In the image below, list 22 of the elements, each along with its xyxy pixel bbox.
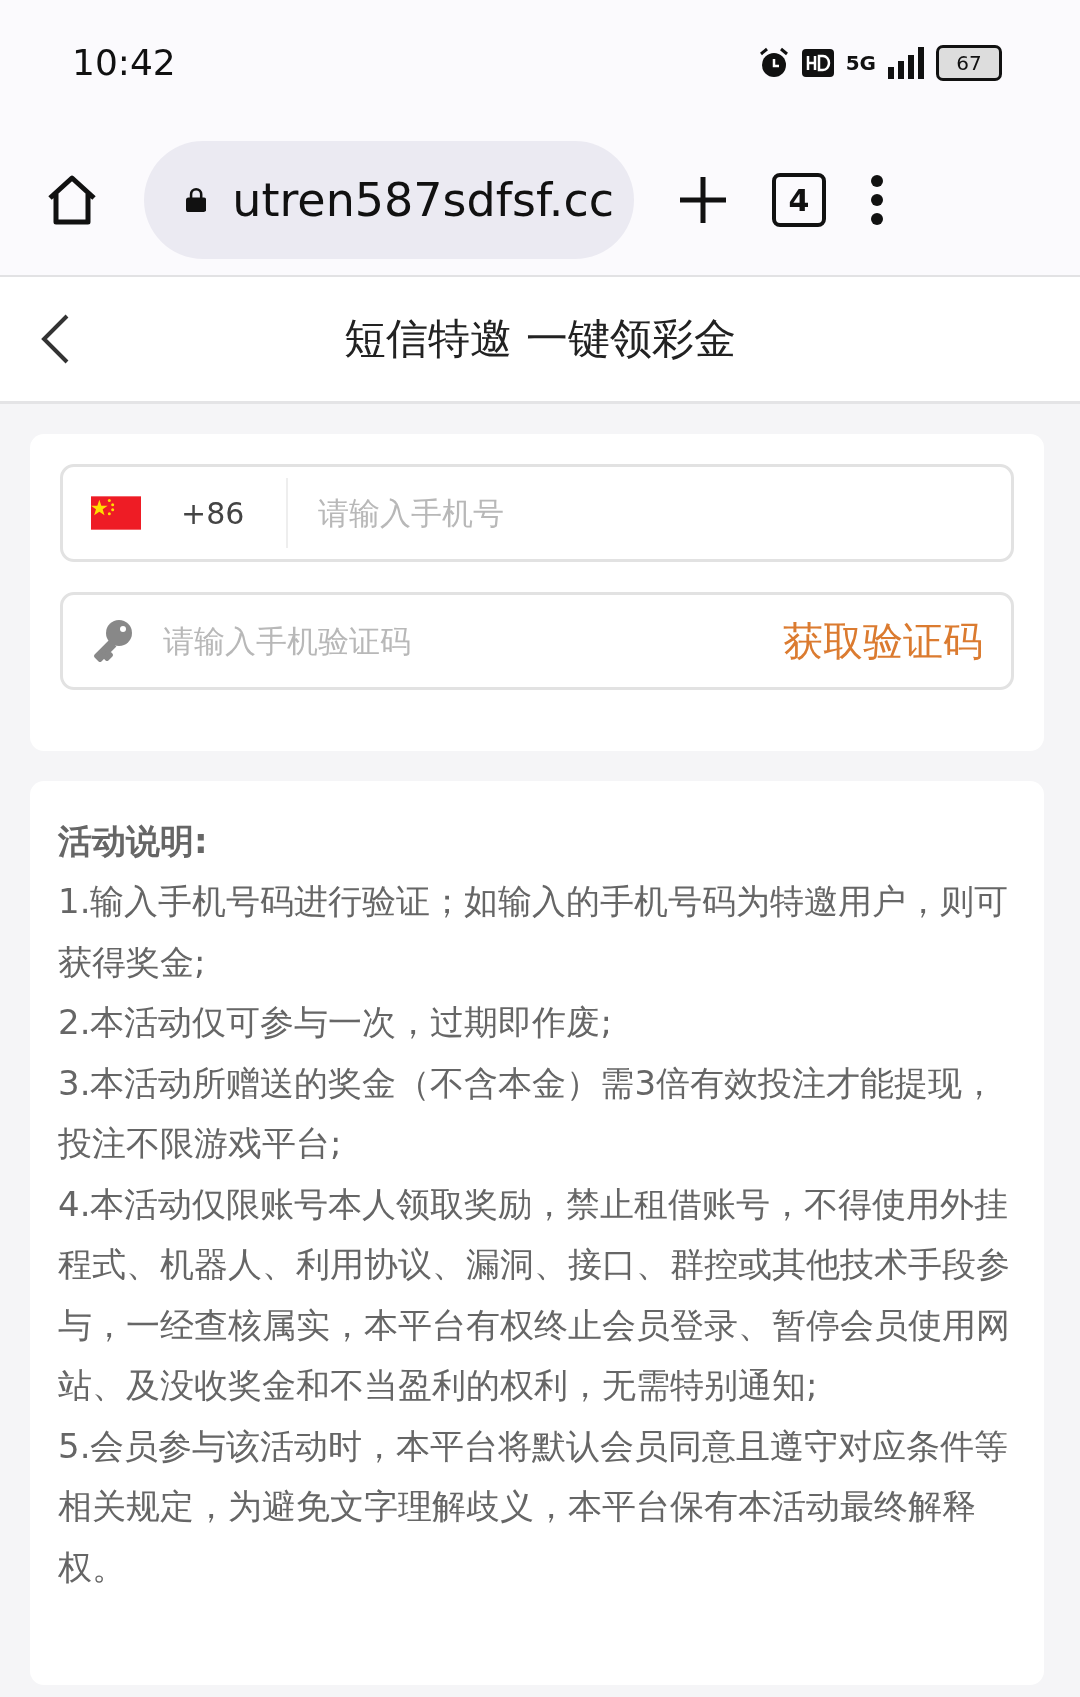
status-time: 10:42 (72, 42, 176, 83)
alarm-icon (757, 46, 790, 79)
rule-text: 1.输入手机号码进行验证；如输入的手机号码为特邀用户，则可获得奖金; (58, 880, 1010, 984)
tab-count-button[interactable]: 4 (772, 173, 826, 227)
back-icon[interactable] (40, 314, 70, 364)
new-tab-icon[interactable] (678, 175, 728, 225)
rules-heading: 活动说明: (58, 820, 209, 863)
rule-text: 5.会员参与该活动时，本平台将默认会员同意且遵守对应条件等相关规定，为避免文字理解歧义，本平台保有本活动最终解释权。 (58, 1424, 1010, 1589)
battery-indicator: 67 (936, 44, 1002, 81)
flag-icon (91, 496, 141, 530)
rule-text: 3.本活动所赠送的奖金（不含本金）需3倍有效投注才能提现，投注不限游戏平台; (58, 1061, 998, 1165)
phone-field[interactable]: +86 请输入手机号 (60, 464, 1014, 562)
page-title: 短信特邀 一键领彩金 (344, 313, 736, 365)
address-bar[interactable]: utren587sdfsf.cc (144, 141, 634, 259)
network-type: 5G (845, 50, 876, 75)
rule-text: 4.本活动仅限账号本人领取奖励，禁止租借账号，不得使用外挂程式、机器人、利用协议、漏洞、接口、群控或其他技术手段参与，一经查核属实，本平台有权终止会员登录、暂停会员使用网站、及没收奖金和不当盈利的权利，无需特别通知; (58, 1182, 1011, 1407)
menu-icon[interactable] (870, 175, 884, 225)
signal-icon (888, 46, 924, 79)
key-icon (91, 619, 133, 663)
hd-icon (801, 48, 834, 77)
rule-text: 2.本活动仅可参与一次，过期即作废; (58, 1001, 613, 1044)
country-code[interactable]: +86 (169, 478, 288, 548)
